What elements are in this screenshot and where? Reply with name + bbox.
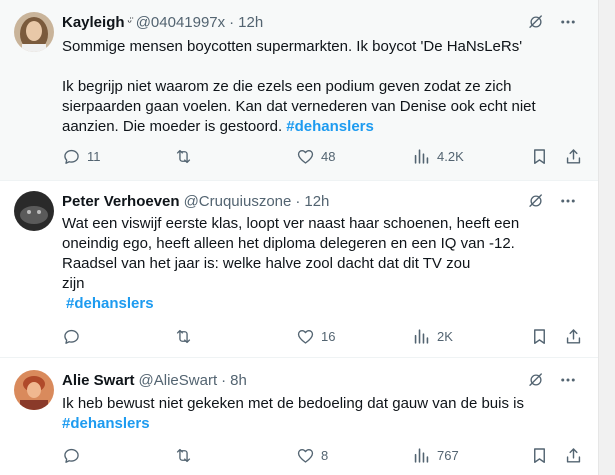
views-icon bbox=[412, 147, 431, 166]
separator-dot: · bbox=[295, 192, 301, 210]
like-count: 48 bbox=[321, 149, 336, 164]
tweet-header: Peter Verhoeven @Cruquiuszone · 12h bbox=[62, 191, 588, 211]
retweet-icon bbox=[174, 147, 193, 166]
avatar[interactable] bbox=[14, 12, 54, 52]
views-count: 2K bbox=[437, 329, 453, 344]
handle[interactable]: @AlieSwart bbox=[139, 372, 218, 389]
text-line: zijn bbox=[62, 275, 85, 292]
hashtag-link[interactable]: #dehanslers bbox=[62, 415, 150, 432]
more-icon[interactable] bbox=[558, 370, 578, 390]
tweet-text: Sommige mensen boycotten supermarkten. I… bbox=[62, 37, 582, 137]
more-icon[interactable] bbox=[558, 191, 578, 211]
avatar[interactable] bbox=[14, 370, 54, 410]
share-icon bbox=[564, 147, 583, 166]
name-emoji: ᵕ̈ bbox=[127, 16, 132, 28]
reply-button[interactable] bbox=[62, 327, 81, 346]
like-button[interactable]: 8 bbox=[296, 446, 328, 465]
scrollbar[interactable] bbox=[598, 0, 615, 475]
more-icon[interactable] bbox=[558, 12, 578, 32]
text-line: aanzien. Die moeder is gestoord. #dehans… bbox=[62, 117, 582, 137]
text-line: #dehanslers bbox=[62, 294, 582, 314]
views-count: 4.2K bbox=[437, 149, 464, 164]
like-count: 16 bbox=[321, 329, 336, 344]
views-icon bbox=[412, 446, 431, 465]
avatar[interactable] bbox=[14, 191, 54, 231]
reply-count: 11 bbox=[87, 149, 101, 164]
grok-icon[interactable] bbox=[526, 370, 546, 390]
tweet-top-actions bbox=[526, 191, 578, 211]
bookmark-icon bbox=[530, 327, 549, 346]
share-button[interactable] bbox=[564, 147, 583, 166]
tweet-peter-verhoeven[interactable]: Peter Verhoeven @Cruquiuszone · 12h Wat … bbox=[0, 181, 598, 357]
bookmark-button[interactable] bbox=[530, 327, 549, 346]
views-icon bbox=[412, 327, 431, 346]
retweet-button[interactable] bbox=[174, 327, 193, 346]
share-icon bbox=[564, 327, 583, 346]
retweet-icon bbox=[174, 446, 193, 465]
tweet-text: Wat een viswijf eerste klas, loopt ver n… bbox=[62, 214, 582, 314]
reply-icon bbox=[62, 147, 81, 166]
bookmark-button[interactable] bbox=[530, 147, 549, 166]
timestamp[interactable]: 12h bbox=[304, 193, 329, 210]
grok-icon[interactable] bbox=[526, 191, 546, 211]
text-line: sierpaarden gaan voelen. Kan dat vernede… bbox=[62, 98, 536, 115]
tweet-top-actions bbox=[526, 370, 578, 390]
tweet-top-actions bbox=[526, 12, 578, 32]
views-button[interactable]: 2K bbox=[412, 327, 453, 346]
timestamp[interactable]: 12h bbox=[238, 14, 263, 31]
tweet-alie-swart[interactable]: Alie Swart @AlieSwart · 8h Ik heb bewust… bbox=[0, 358, 598, 475]
like-button[interactable]: 16 bbox=[296, 327, 335, 346]
text-line: Sommige mensen boycotten supermarkten. I… bbox=[62, 38, 523, 55]
text-line: Ik begrijp niet waarom ze die ezels een … bbox=[62, 78, 512, 95]
like-icon bbox=[296, 327, 315, 346]
views-button[interactable]: 767 bbox=[412, 446, 459, 465]
like-button[interactable]: 48 bbox=[296, 147, 335, 166]
separator-dot: · bbox=[229, 13, 235, 31]
share-button[interactable] bbox=[564, 446, 583, 465]
handle[interactable]: @Cruquiuszone bbox=[184, 193, 292, 210]
text-line: #dehanslers bbox=[62, 414, 582, 434]
hashtag-link[interactable]: #dehanslers bbox=[286, 118, 374, 135]
tweet-actions: 16 2K bbox=[62, 327, 586, 347]
display-name[interactable]: Kayleigh bbox=[62, 14, 125, 31]
tweet-actions: 11 48 4.2K bbox=[62, 147, 586, 167]
text-line-tail: aanzien. Die moeder is gestoord. bbox=[62, 118, 287, 135]
bookmark-icon bbox=[530, 147, 549, 166]
like-icon bbox=[296, 147, 315, 166]
timestamp[interactable]: 8h bbox=[230, 372, 247, 389]
retweet-button[interactable] bbox=[174, 147, 193, 166]
separator-dot: · bbox=[221, 371, 227, 389]
share-icon bbox=[564, 446, 583, 465]
reply-icon bbox=[62, 446, 81, 465]
text-line: Ik heb bewust niet gekeken met de bedoel… bbox=[62, 395, 524, 412]
tweet-actions: 8 767 bbox=[62, 446, 586, 466]
retweet-button[interactable] bbox=[174, 446, 193, 465]
grok-icon[interactable] bbox=[526, 12, 546, 32]
hashtag-link[interactable]: #dehanslers bbox=[66, 295, 154, 312]
views-button[interactable]: 4.2K bbox=[412, 147, 464, 166]
tweet-text: Ik heb bewust niet gekeken met de bedoel… bbox=[62, 394, 582, 434]
text-line: oneindig ego, heeft alleen het diploma d… bbox=[62, 235, 515, 252]
like-icon bbox=[296, 446, 315, 465]
display-name[interactable]: Alie Swart bbox=[62, 372, 135, 389]
reply-icon bbox=[62, 327, 81, 346]
tweet-kayleigh[interactable]: Kayleigh ᵕ̈ @04041997x · 12h Sommige men… bbox=[0, 0, 598, 180]
handle[interactable]: @04041997x bbox=[136, 14, 225, 31]
share-button[interactable] bbox=[564, 327, 583, 346]
reply-button[interactable]: 11 bbox=[62, 147, 101, 166]
bookmark-icon bbox=[530, 446, 549, 465]
retweet-icon bbox=[174, 327, 193, 346]
text-line: Raadsel van het jaar is: welke halve zoo… bbox=[62, 255, 471, 272]
views-count: 767 bbox=[437, 448, 459, 463]
display-name[interactable]: Peter Verhoeven bbox=[62, 193, 180, 210]
bookmark-button[interactable] bbox=[530, 446, 549, 465]
tweet-header: Kayleigh ᵕ̈ @04041997x · 12h bbox=[62, 12, 588, 32]
like-count: 8 bbox=[321, 448, 329, 463]
reply-button[interactable] bbox=[62, 446, 81, 465]
text-line: Wat een viswijf eerste klas, loopt ver n… bbox=[62, 215, 520, 232]
tweet-header: Alie Swart @AlieSwart · 8h bbox=[62, 370, 588, 390]
